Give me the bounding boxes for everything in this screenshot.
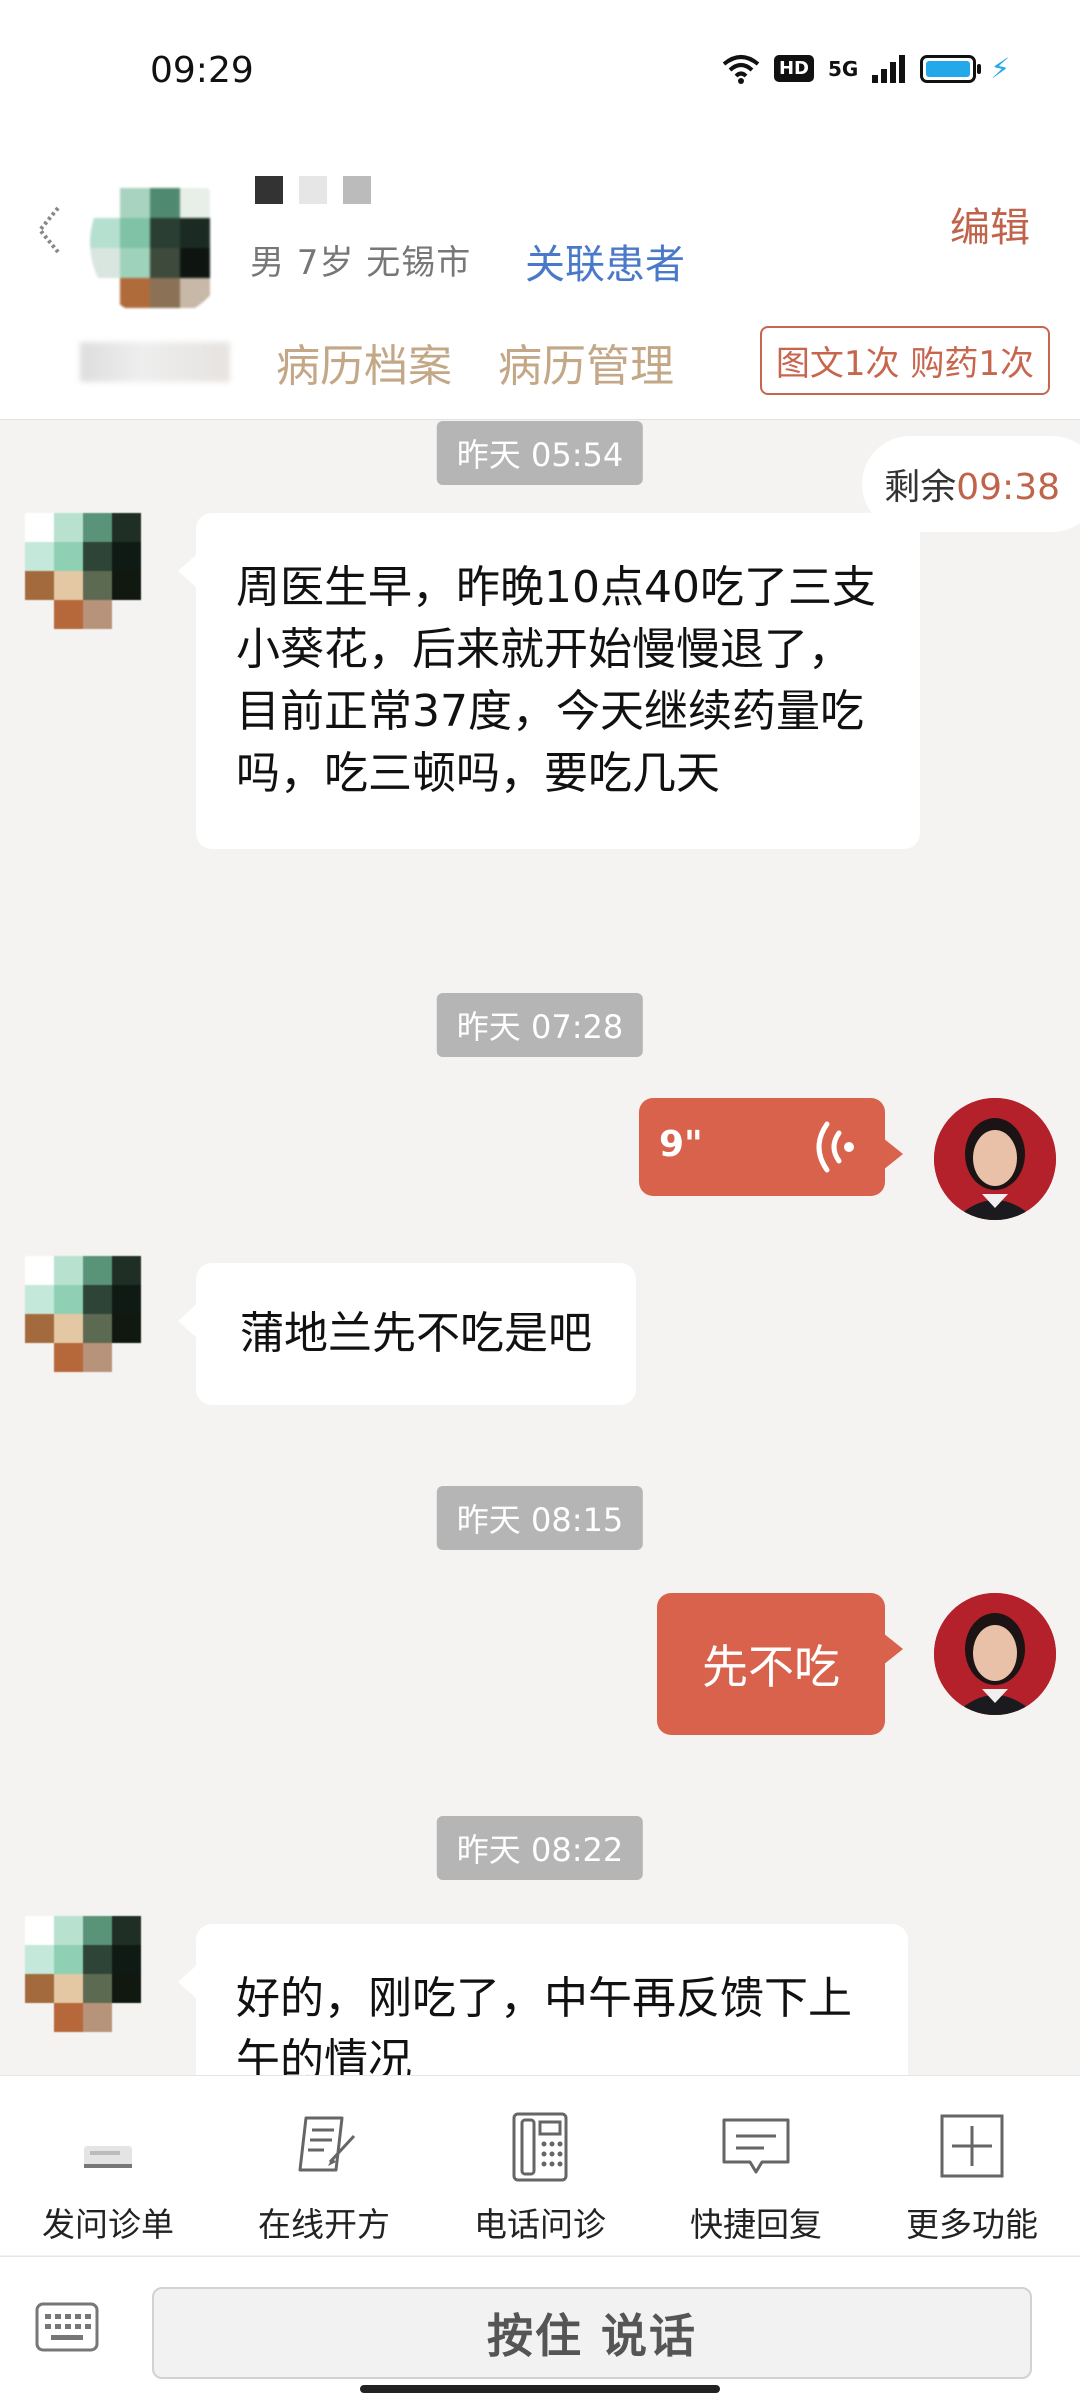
tool-label: 电话问诊 bbox=[474, 2205, 606, 2244]
tool-label: 发问诊单 bbox=[42, 2205, 174, 2244]
message-bubble[interactable]: 好的，刚吃了，中午再反馈下上午的情况 bbox=[178, 1924, 908, 2075]
message-bubble[interactable]: 先不吃 bbox=[657, 1593, 903, 1735]
hd-badge: HD bbox=[773, 55, 814, 82]
chat-header: 男 7岁 无锡市 关联患者 编辑 病历档案 病历管理 图文1次 购药1次 bbox=[0, 140, 1080, 420]
tab-blurred[interactable] bbox=[80, 342, 230, 382]
edit-button[interactable]: 编辑 bbox=[950, 195, 1030, 253]
timestamp: 昨天 08:22 bbox=[436, 1816, 644, 1880]
timestamp: 昨天 07:28 bbox=[436, 993, 644, 1057]
timestamp: 昨天 05:54 bbox=[436, 421, 644, 485]
patient-name-blurred bbox=[255, 170, 371, 210]
wifi-icon bbox=[722, 54, 760, 84]
patient-avatar-small[interactable] bbox=[25, 513, 141, 629]
voice-duration: 9" bbox=[659, 1124, 703, 1165]
message-bubble[interactable]: 周医生早，昨晚10点40吃了三支小葵花，后来就开始慢慢退了，目前正常37度，今天… bbox=[178, 513, 920, 849]
patient-avatar[interactable] bbox=[90, 168, 230, 318]
status-bar: 09:29 HD 5G ⚡ bbox=[0, 0, 1080, 140]
battery-icon bbox=[920, 54, 982, 83]
link-patient-button[interactable]: 关联患者 bbox=[525, 232, 685, 290]
chat-icon bbox=[722, 2118, 790, 2174]
voice-message-bubble[interactable]: 9" bbox=[639, 1098, 903, 1196]
chat-area[interactable]: 昨天 05:54 剩余09:38 周医生早，昨晚10点40吃了三支小葵花，后来就… bbox=[0, 421, 1080, 2075]
patient-avatar-small[interactable] bbox=[25, 1256, 141, 1372]
remaining-label: 剩余 bbox=[884, 467, 957, 508]
function-toolbar: 发问诊单 在线开方 电话问诊 快捷回复 更多功能 bbox=[0, 2075, 1080, 2255]
patient-avatar-small[interactable] bbox=[25, 1916, 141, 2032]
hold-to-talk-button[interactable]: 按住 说话 bbox=[152, 2287, 1032, 2379]
quick-reply-button[interactable]: 快捷回复 bbox=[648, 2076, 864, 2255]
keyboard-icon[interactable] bbox=[35, 2302, 99, 2352]
quota-badge[interactable]: 图文1次 购药1次 bbox=[759, 326, 1050, 395]
voice-wave-icon bbox=[816, 1121, 854, 1173]
back-icon[interactable] bbox=[30, 200, 70, 260]
tool-label: 在线开方 bbox=[258, 2205, 390, 2244]
phone-consultation-button[interactable]: 电话问诊 bbox=[432, 2076, 648, 2255]
more-functions-button[interactable]: 更多功能 bbox=[864, 2076, 1080, 2255]
tool-label: 更多功能 bbox=[906, 2205, 1038, 2244]
phone-icon bbox=[512, 2112, 568, 2182]
doctor-avatar[interactable] bbox=[934, 1098, 1056, 1220]
patient-info: 男 7岁 无锡市 bbox=[250, 243, 472, 283]
plus-box-icon bbox=[940, 2114, 1004, 2178]
charging-icon: ⚡ bbox=[990, 52, 1010, 85]
status-time: 09:29 bbox=[150, 50, 254, 91]
signal-icon bbox=[872, 54, 906, 83]
send-questionnaire-button[interactable]: 发问诊单 bbox=[0, 2076, 216, 2255]
tool-label: 快捷回复 bbox=[690, 2205, 822, 2244]
tab-medical-records[interactable]: 病历档案 bbox=[276, 330, 452, 394]
input-bar: 按住 说话 bbox=[0, 2256, 1080, 2400]
prescription-icon bbox=[298, 2116, 356, 2172]
doctor-avatar[interactable] bbox=[934, 1593, 1056, 1715]
network-label: 5G bbox=[827, 56, 859, 81]
home-indicator[interactable] bbox=[360, 2385, 720, 2393]
timestamp: 昨天 08:15 bbox=[436, 1486, 644, 1550]
remaining-time: 09:38 bbox=[956, 467, 1060, 508]
form-icon bbox=[84, 2146, 132, 2168]
header-tabs: 病历档案 病历管理 bbox=[80, 330, 674, 394]
status-icons: HD 5G ⚡ bbox=[722, 52, 1010, 85]
message-bubble[interactable]: 蒲地兰先不吃是吧 bbox=[178, 1263, 636, 1405]
tab-records-management[interactable]: 病历管理 bbox=[498, 330, 674, 394]
online-prescription-button[interactable]: 在线开方 bbox=[216, 2076, 432, 2255]
